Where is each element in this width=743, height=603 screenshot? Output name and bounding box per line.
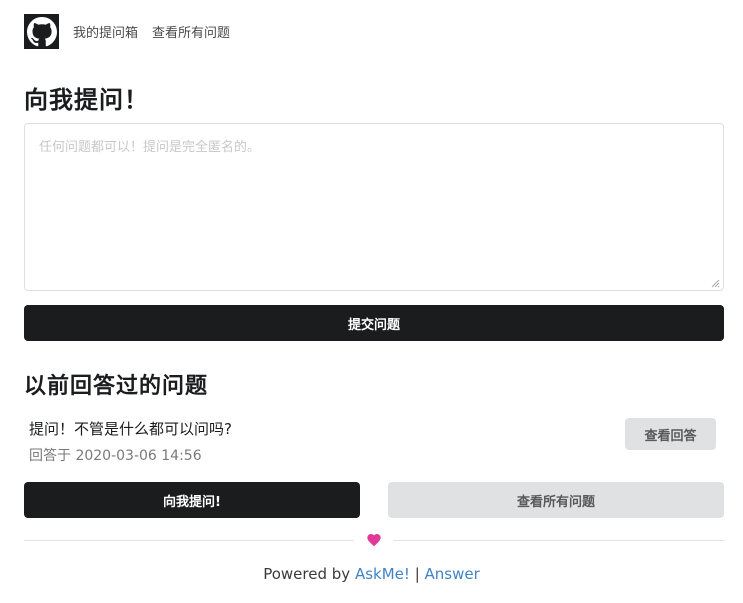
footer: Powered by AskMe! | Answer [0, 565, 743, 583]
ask-title: 向我提问！ [24, 86, 149, 114]
footer-answer-link[interactable]: Answer [425, 565, 480, 583]
resize-grip-icon[interactable] [711, 279, 720, 288]
footer-askme-link[interactable]: AskMe! [355, 565, 410, 583]
nav-all-questions-link[interactable]: 查看所有问题 [152, 22, 230, 41]
question-input[interactable] [24, 123, 724, 291]
answered-section-title: 以前回答过的问题 [24, 374, 209, 399]
nav-inbox-link[interactable]: 我的提问箱 [73, 22, 138, 41]
footer-divider-right [393, 540, 725, 541]
view-answer-button[interactable]: 查看回答 [625, 418, 716, 450]
footer-divider-left [24, 540, 354, 541]
submit-question-button[interactable]: 提交问题 [24, 305, 724, 341]
ask-me-button[interactable]: 向我提问! [24, 482, 360, 518]
github-icon [26, 16, 57, 46]
github-logo-link[interactable] [24, 14, 59, 49]
footer-powered-by: Powered by [263, 565, 351, 583]
view-all-questions-button[interactable]: 查看所有问题 [388, 482, 724, 518]
top-nav: 我的提问箱 查看所有问题 [24, 14, 230, 49]
footer-separator: | [414, 565, 420, 583]
heart-icon [367, 534, 381, 547]
question-text: 提问！不管是什么都可以问吗? [29, 420, 232, 438]
answered-timestamp: 回答于 2020-03-06 14:56 [29, 448, 202, 464]
